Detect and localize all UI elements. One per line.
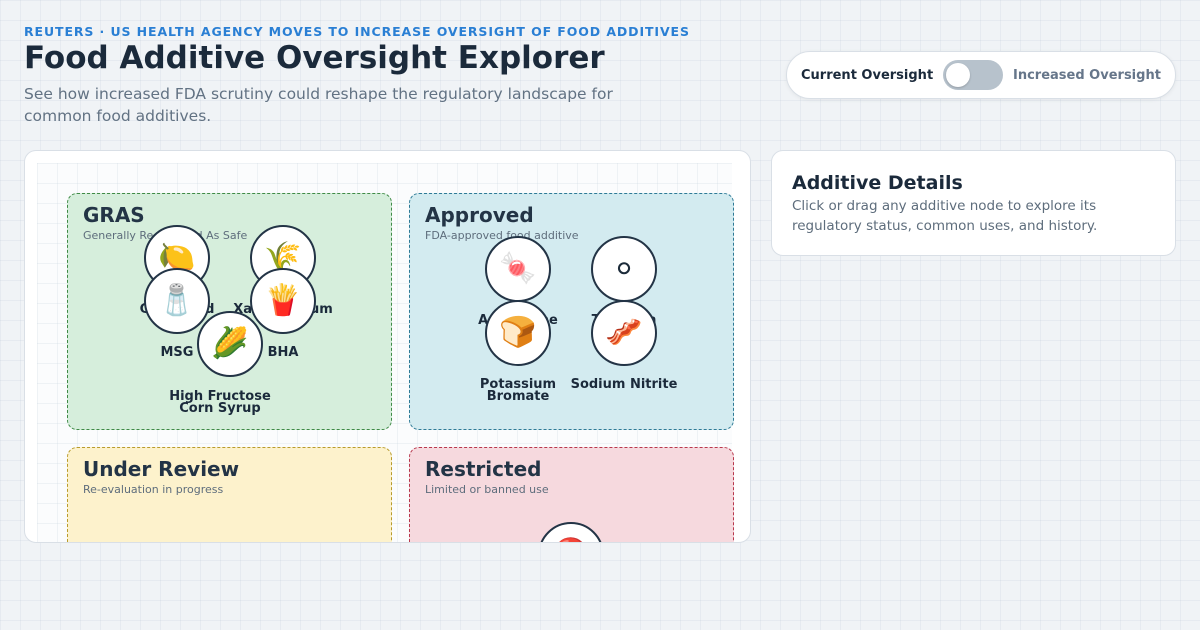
- increased-oversight-label[interactable]: Increased Oversight: [1013, 68, 1161, 83]
- explorer-canvas: GRAS Generally Recognized As Safe Approv…: [37, 163, 734, 543]
- current-oversight-label[interactable]: Current Oversight: [801, 68, 933, 83]
- bread-icon: 🍞: [499, 315, 537, 350]
- node-aspartame[interactable]: 🍬: [485, 236, 551, 302]
- node-hfcs[interactable]: 🌽: [197, 311, 263, 377]
- zone-title: GRAS: [83, 203, 145, 227]
- corn-icon: 🌽: [211, 326, 249, 361]
- page-title: Food Additive Oversight Explorer: [24, 40, 605, 76]
- zone-approved: Approved FDA-approved food additive: [409, 193, 734, 430]
- zone-subtitle: Re-evaluation in progress: [83, 483, 224, 496]
- node-sodium-nitrite[interactable]: 🥓: [591, 300, 657, 366]
- zone-under-review: Under Review Re-evaluation in progress: [67, 447, 392, 542]
- fries-icon: 🍟: [264, 283, 302, 318]
- node-potassium-bromate[interactable]: 🍞: [485, 300, 551, 366]
- explorer-card: GRAS Generally Recognized As Safe Approv…: [24, 150, 751, 543]
- page-subtitle: See how increased FDA scrutiny could res…: [24, 85, 613, 125]
- node-label-potassium-bromate: Potassium Bromate: [479, 377, 557, 404]
- details-body: Click or drag any additive node to explo…: [792, 198, 1098, 234]
- details-title: Additive Details: [792, 172, 963, 194]
- bacon-icon: 🥓: [605, 315, 643, 350]
- kicker: REUTERS · US HEALTH AGENCY MOVES TO INCR…: [24, 24, 690, 39]
- zone-subtitle: Limited or banned use: [425, 483, 549, 496]
- candy-icon: 🍬: [499, 251, 537, 286]
- node-titanium[interactable]: ⭘: [591, 236, 657, 302]
- zone-title: Approved: [425, 203, 534, 227]
- zone-title: Under Review: [83, 457, 240, 481]
- red-circle-icon: 🔴: [552, 540, 589, 543]
- node-label-hfcs: High Fructose Corn Syrup: [169, 389, 271, 416]
- node-bha[interactable]: 🍟: [250, 268, 316, 334]
- salt-shaker-icon: 🧂: [158, 283, 196, 318]
- additive-details-panel: Additive Details Click or drag any addit…: [771, 150, 1176, 256]
- oversight-toggle-group: Current Oversight Increased Oversight: [786, 51, 1176, 99]
- ring-icon: ⭘: [617, 259, 631, 278]
- node-msg[interactable]: 🧂: [144, 268, 210, 334]
- node-label-sodium-nitrite: Sodium Nitrite: [570, 377, 678, 392]
- oversight-toggle-switch[interactable]: [943, 60, 1003, 90]
- zone-title: Restricted: [425, 457, 542, 481]
- toggle-knob: [946, 63, 970, 87]
